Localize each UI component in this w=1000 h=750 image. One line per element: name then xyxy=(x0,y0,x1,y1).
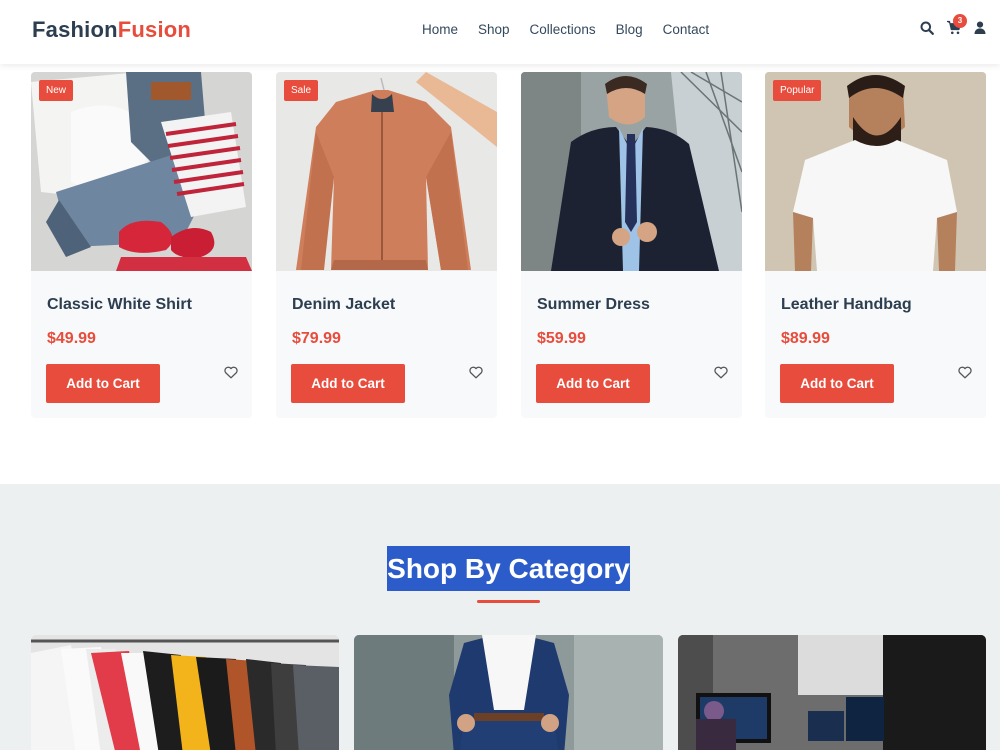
wishlist-heart-icon[interactable] xyxy=(469,366,483,384)
section-title: Shop By Category xyxy=(387,546,630,591)
product-image-tshirt[interactable]: Popular xyxy=(765,72,986,271)
product-price: $89.99 xyxy=(781,330,830,347)
add-to-cart-button[interactable]: Add to Cart xyxy=(46,364,160,403)
nav-contact[interactable]: Contact xyxy=(663,22,710,37)
product-tag: Popular xyxy=(773,80,822,101)
category-card-clothing[interactable] xyxy=(31,635,339,750)
product-name[interactable]: Leather Handbag xyxy=(781,296,912,314)
product-name[interactable]: Classic White Shirt xyxy=(47,296,192,314)
category-card-office[interactable] xyxy=(678,635,986,750)
search-icon[interactable] xyxy=(920,21,934,35)
site-header: FashionFusion Home Shop Collections Blog… xyxy=(0,0,1000,64)
product-price: $59.99 xyxy=(537,330,586,347)
product-image-flatlay[interactable]: New xyxy=(31,72,252,271)
category-card-menswear[interactable] xyxy=(354,635,663,750)
main-nav: Home Shop Collections Blog Contact xyxy=(422,22,709,37)
nav-shop[interactable]: Shop xyxy=(478,22,510,37)
shop-by-category-section: Shop By Category xyxy=(0,484,1000,750)
wishlist-heart-icon[interactable] xyxy=(714,366,728,384)
product-card[interactable]: New Classic White Shirt $49.99 Add to Ca… xyxy=(31,72,252,418)
product-name[interactable]: Summer Dress xyxy=(537,296,650,314)
add-to-cart-button[interactable]: Add to Cart xyxy=(536,364,650,403)
wishlist-heart-icon[interactable] xyxy=(958,366,972,384)
logo-text-primary: Fashion xyxy=(32,17,118,42)
logo-text-accent: Fusion xyxy=(117,17,192,42)
cart-count-badge: 3 xyxy=(953,14,967,28)
product-card[interactable]: Popular Leather Handbag $89.99 Add to Ca… xyxy=(765,72,986,418)
product-price: $79.99 xyxy=(292,330,341,347)
product-card[interactable]: Sale Denim Jacket $79.99 Add to Cart xyxy=(276,72,497,418)
product-card[interactable]: Summer Dress $59.99 Add to Cart xyxy=(521,72,742,418)
product-image-suit[interactable] xyxy=(521,72,742,271)
product-image-jacket[interactable]: Sale xyxy=(276,72,497,271)
nav-collections[interactable]: Collections xyxy=(530,22,596,37)
user-icon[interactable] xyxy=(974,21,986,34)
add-to-cart-button[interactable]: Add to Cart xyxy=(291,364,405,403)
nav-blog[interactable]: Blog xyxy=(616,22,643,37)
site-logo[interactable]: FashionFusion xyxy=(32,17,191,43)
nav-home[interactable]: Home xyxy=(422,22,458,37)
wishlist-heart-icon[interactable] xyxy=(224,366,238,384)
product-tag: New xyxy=(39,80,74,101)
add-to-cart-button[interactable]: Add to Cart xyxy=(780,364,894,403)
title-underline xyxy=(477,600,540,603)
header-actions: 3 xyxy=(920,14,986,35)
product-tag: Sale xyxy=(284,80,319,101)
cart-icon[interactable]: 3 xyxy=(946,14,967,35)
product-grid: New Classic White Shirt $49.99 Add to Ca… xyxy=(31,72,987,419)
product-price: $49.99 xyxy=(47,330,96,347)
product-name[interactable]: Denim Jacket xyxy=(292,296,395,314)
